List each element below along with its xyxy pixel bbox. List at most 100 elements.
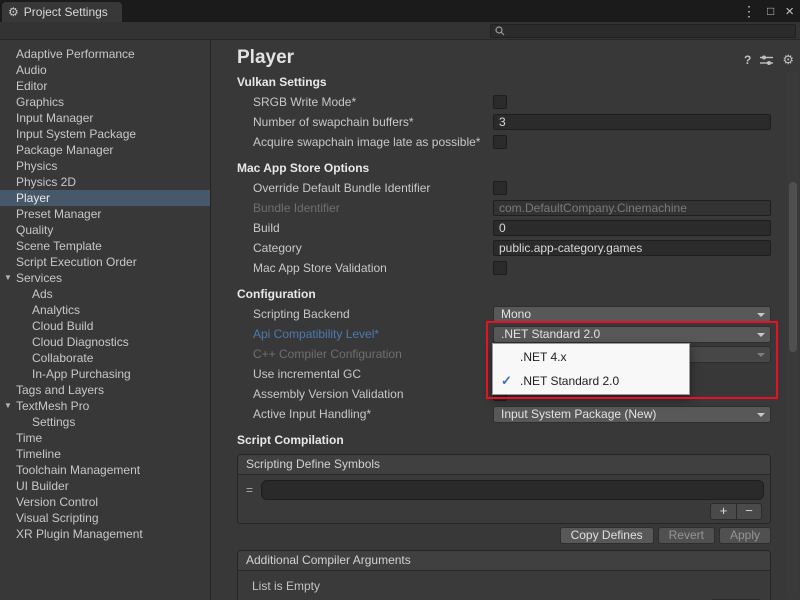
- sidebar-item-player[interactable]: Player: [0, 190, 210, 206]
- sidebar-item-input-system-package[interactable]: Input System Package: [0, 126, 210, 142]
- chevron-down-icon: [757, 413, 765, 417]
- sidebar-item-label: Input Manager: [16, 111, 93, 125]
- close-icon[interactable]: ×: [785, 3, 794, 20]
- sidebar-item-graphics[interactable]: Graphics: [0, 94, 210, 110]
- sidebar-item-audio[interactable]: Audio: [0, 62, 210, 78]
- sidebar-item-label: Scene Template: [16, 239, 102, 253]
- checkbox[interactable]: [493, 135, 507, 149]
- setting-row-api-compatibility-level: Api Compatibility Level*.NET Standard 2.…: [253, 324, 771, 344]
- sidebar-item-label: XR Plugin Management: [16, 527, 143, 541]
- sidebar-item-label: Editor: [16, 79, 47, 93]
- text-field-number-of-swapchain-buffers[interactable]: 3: [493, 114, 771, 130]
- sidebar-item-version-control[interactable]: Version Control: [0, 494, 210, 510]
- text-field-bundle-identifier: com.DefaultCompany.Cinemachine: [493, 200, 771, 216]
- sidebar-item-ui-builder[interactable]: UI Builder: [0, 478, 210, 494]
- scrollbar-thumb[interactable]: [789, 182, 797, 352]
- checkbox[interactable]: [493, 181, 507, 195]
- section-header-configuration: Configuration: [237, 284, 771, 304]
- popup-option-net-standard-2-0[interactable]: ✓.NET Standard 2.0: [493, 369, 689, 393]
- sidebar-item-editor[interactable]: Editor: [0, 78, 210, 94]
- text-field-build[interactable]: 0: [493, 220, 771, 236]
- sidebar-item-textmesh-pro[interactable]: ▼TextMesh Pro: [0, 398, 210, 414]
- add-button[interactable]: +: [711, 504, 736, 519]
- setting-row-active-input-handling: Active Input Handling*Input System Packa…: [253, 404, 771, 424]
- sidebar-item-in-app-purchasing[interactable]: In-App Purchasing: [0, 366, 210, 382]
- sidebar-item-analytics[interactable]: Analytics: [0, 302, 210, 318]
- section-header-vulkan-settings: Vulkan Settings: [237, 72, 771, 92]
- sidebar-item-time[interactable]: Time: [0, 430, 210, 446]
- dropdown-api-compatibility-level[interactable]: .NET Standard 2.0: [493, 326, 771, 343]
- sidebar-item-physics-2d[interactable]: Physics 2D: [0, 174, 210, 190]
- sidebar-item-label: Cloud Diagnostics: [32, 335, 129, 349]
- sidebar-item-physics[interactable]: Physics: [0, 158, 210, 174]
- sidebar-item-label: Version Control: [16, 495, 98, 509]
- sidebar-item-label: Input System Package: [16, 127, 136, 141]
- drag-handle-icon[interactable]: =: [244, 483, 255, 497]
- preset-icon[interactable]: [760, 55, 773, 66]
- sidebar-item-preset-manager[interactable]: Preset Manager: [0, 206, 210, 222]
- copy-defines-button[interactable]: Copy Defines: [560, 527, 654, 544]
- sidebar-item-cloud-build[interactable]: Cloud Build: [0, 318, 210, 334]
- sidebar-item-label: Ads: [32, 287, 53, 301]
- checkbox[interactable]: [493, 95, 507, 109]
- gear-icon[interactable]: ⚙: [782, 52, 794, 68]
- setting-value: [493, 261, 771, 275]
- sidebar-item-ads[interactable]: Ads: [0, 286, 210, 302]
- sidebar-item-input-manager[interactable]: Input Manager: [0, 110, 210, 126]
- define-symbol-input[interactable]: [261, 480, 764, 500]
- dropdown-scripting-backend[interactable]: Mono: [493, 306, 771, 323]
- setting-row-category: Categorypublic.app-category.games: [253, 238, 771, 258]
- sidebar-item-quality[interactable]: Quality: [0, 222, 210, 238]
- setting-value: [493, 95, 771, 109]
- setting-label: Override Default Bundle Identifier: [253, 181, 493, 195]
- checkbox[interactable]: [493, 261, 507, 275]
- revert-button[interactable]: Revert: [658, 527, 715, 544]
- foldout-expanded-icon[interactable]: ▼: [3, 270, 13, 286]
- sidebar-item-visual-scripting[interactable]: Visual Scripting: [0, 510, 210, 526]
- sidebar-item-scene-template[interactable]: Scene Template: [0, 238, 210, 254]
- box-header: Additional Compiler Arguments: [238, 551, 770, 571]
- setting-value: com.DefaultCompany.Cinemachine: [493, 200, 771, 216]
- popup-option-label: .NET 4.x: [520, 350, 566, 364]
- sidebar-item-toolchain-management[interactable]: Toolchain Management: [0, 462, 210, 478]
- chevron-down-icon: [757, 353, 765, 357]
- sidebar-item-label: Audio: [16, 63, 47, 77]
- search-icon: [495, 26, 505, 36]
- sidebar-item-label: Graphics: [16, 95, 64, 109]
- main-panel: Player ? ⚙ Vulkan SettingsSRGB Write Mod…: [212, 40, 800, 600]
- box-title: Additional Compiler Arguments: [246, 553, 411, 567]
- remove-button[interactable]: −: [736, 504, 761, 519]
- menu-icon[interactable]: ⋮: [742, 3, 756, 20]
- setting-value: public.app-category.games: [493, 240, 771, 256]
- sidebar-item-label: TextMesh Pro: [16, 399, 89, 413]
- popup-option-net-4-x[interactable]: .NET 4.x: [493, 345, 689, 369]
- gear-icon: ⚙: [8, 5, 19, 19]
- sidebar-item-timeline[interactable]: Timeline: [0, 446, 210, 462]
- sidebar-item-cloud-diagnostics[interactable]: Cloud Diagnostics: [0, 334, 210, 350]
- sidebar-list: Adaptive PerformanceAudio Editor Graphics I…: [0, 46, 210, 542]
- tab-project-settings[interactable]: ⚙ Project Settings: [2, 2, 122, 22]
- help-icon[interactable]: ?: [744, 53, 751, 67]
- setting-label: Active Input Handling*: [253, 407, 493, 421]
- sidebar-item-package-manager[interactable]: Package Manager: [0, 142, 210, 158]
- sidebar-item-label: Analytics: [32, 303, 80, 317]
- sidebar-item-tags-and-layers[interactable]: Tags and Layers: [0, 382, 210, 398]
- maximize-icon[interactable]: □: [767, 4, 774, 18]
- foldout-expanded-icon[interactable]: ▼: [3, 398, 13, 414]
- sidebar-item-xr-plugin-management[interactable]: XR Plugin Management: [0, 526, 210, 542]
- sidebar-item-script-execution-order[interactable]: Script Execution Order: [0, 254, 210, 270]
- sidebar-item-label: Preset Manager: [16, 207, 101, 221]
- search-box[interactable]: [490, 24, 796, 38]
- sidebar-item-collaborate[interactable]: Collaborate: [0, 350, 210, 366]
- sidebar-item-services[interactable]: ▼Services: [0, 270, 210, 286]
- sidebar-item-adaptive-performance[interactable]: Adaptive Performance: [0, 46, 210, 62]
- text-field-category[interactable]: public.app-category.games: [493, 240, 771, 256]
- dropdown-active-input-handling[interactable]: Input System Package (New): [493, 406, 771, 423]
- sidebar-item-settings[interactable]: Settings: [0, 414, 210, 430]
- search-input[interactable]: [509, 25, 791, 37]
- sidebar-item-label: Physics: [16, 159, 57, 173]
- vertical-scrollbar[interactable]: [787, 72, 799, 599]
- sidebar-item-label: Physics 2D: [16, 175, 76, 189]
- sidebar-item-label: Package Manager: [16, 143, 113, 157]
- apply-button[interactable]: Apply: [719, 527, 771, 544]
